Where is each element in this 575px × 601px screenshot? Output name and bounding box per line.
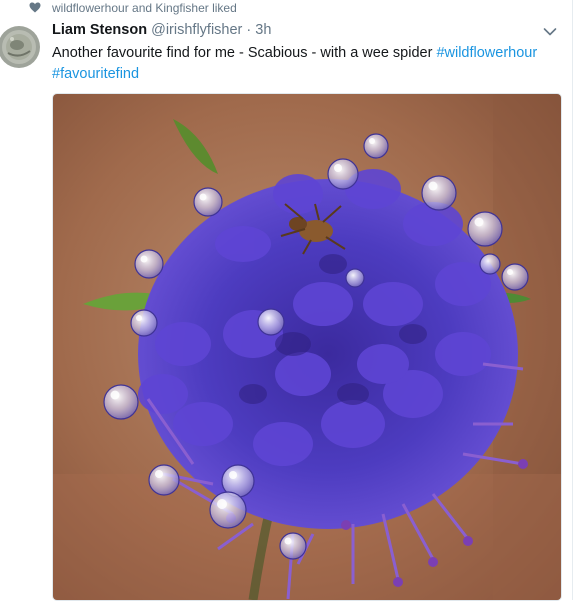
timeline-border — [572, 0, 573, 600]
header-separator: · — [246, 22, 252, 38]
heart-icon — [29, 2, 41, 13]
social-context: wildflowerhour and Kingfisher liked — [0, 0, 575, 16]
tweet-text-main: Another favourite find for me - Scabious… — [52, 45, 433, 61]
author-name[interactable]: Liam Stenson — [52, 22, 147, 38]
chevron-down-icon[interactable] — [543, 27, 557, 37]
hashtag-wildflowerhour[interactable]: #wildflowerhour — [436, 45, 537, 61]
hashtag-favouritefind[interactable]: #favouritefind — [52, 66, 139, 82]
tweet-photo[interactable] — [52, 93, 562, 601]
social-context-text[interactable]: wildflowerhour and Kingfisher liked — [52, 1, 237, 15]
tweet-timestamp[interactable]: 3h — [255, 22, 271, 38]
tweet-text: Another favourite find for me - Scabious… — [52, 43, 552, 84]
tweet-header: Liam Stenson @irishflyfisher · 3h — [52, 22, 271, 42]
author-handle[interactable]: @irishflyfisher — [151, 22, 242, 38]
avatar[interactable] — [0, 23, 43, 71]
